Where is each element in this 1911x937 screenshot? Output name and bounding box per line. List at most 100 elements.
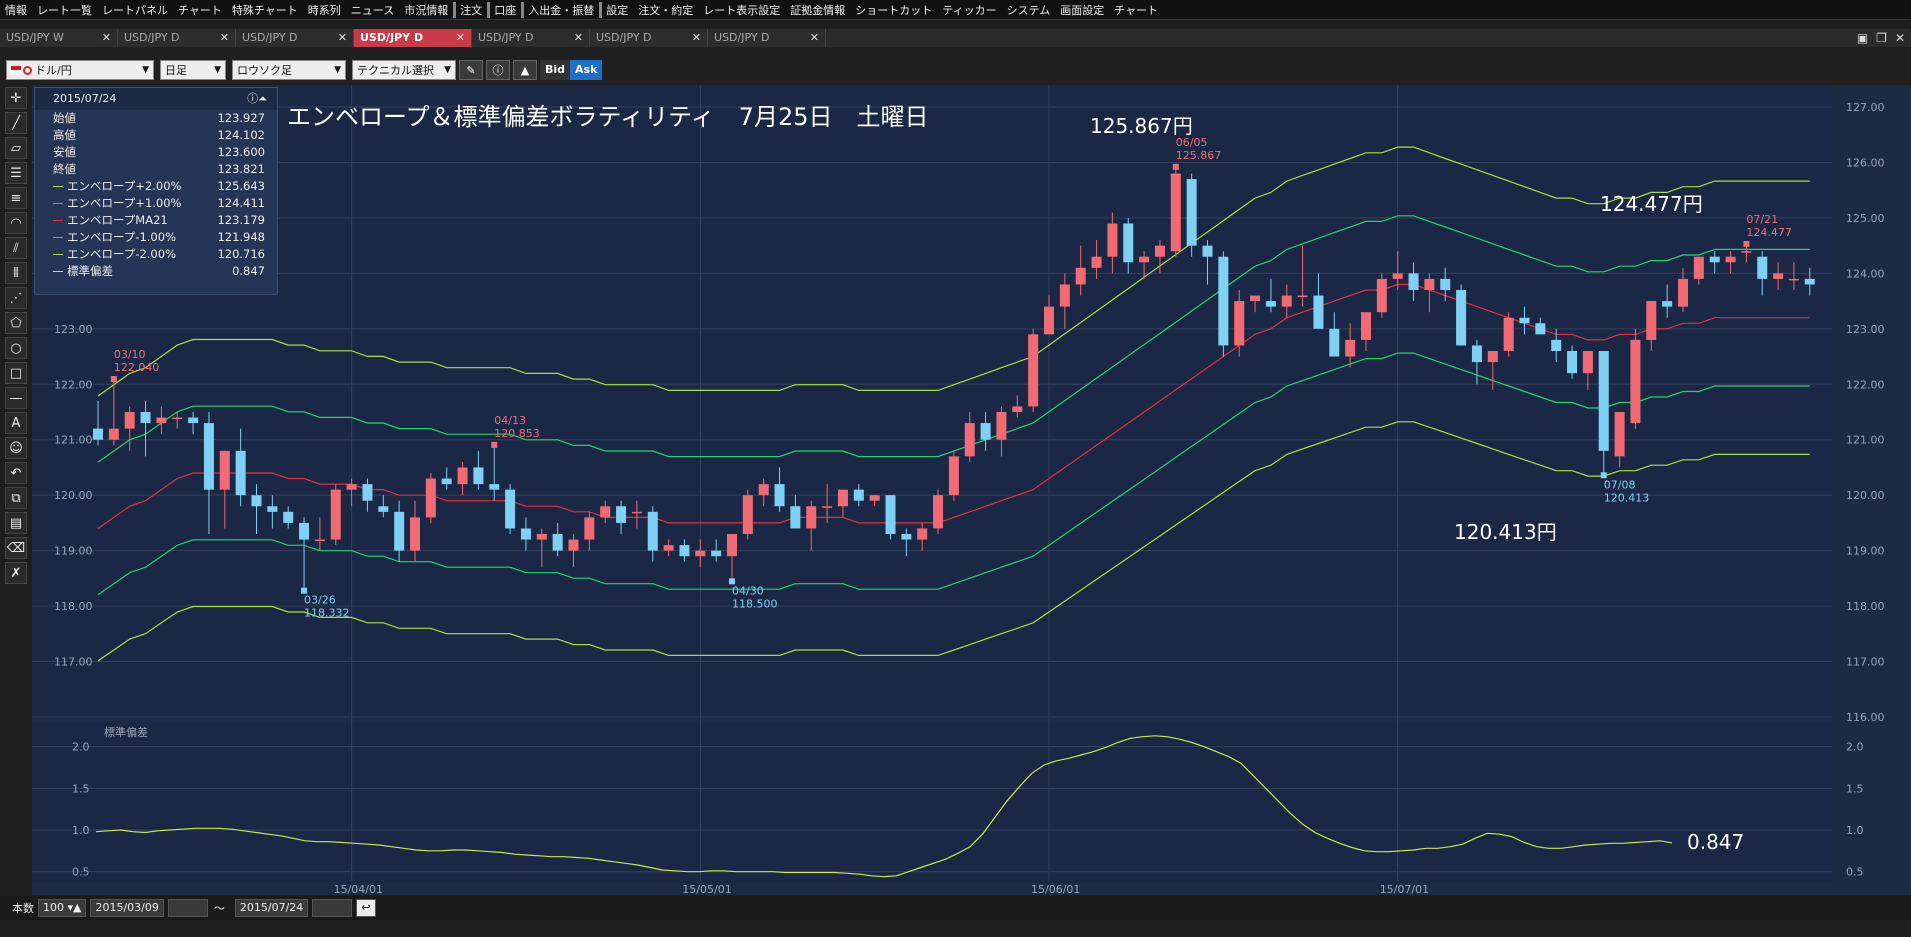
- menu-item[interactable]: レートパネル: [97, 2, 173, 18]
- candle-body: [1345, 339, 1356, 357]
- text-tool[interactable]: A: [5, 412, 27, 434]
- candle-body: [267, 506, 278, 512]
- high-price-callout: 125.867円: [1090, 114, 1193, 138]
- trendline-tool[interactable]: ╱: [5, 112, 27, 134]
- fibonacci-arc-tool[interactable]: ◠: [5, 212, 27, 234]
- menu-item[interactable]: ティッカー: [937, 2, 1001, 18]
- menu-item[interactable]: レート表示設定: [698, 2, 785, 18]
- tab-close-icon[interactable]: ✕: [692, 29, 701, 47]
- menu-item[interactable]: 時系列: [303, 2, 346, 18]
- tab-label: USD/JPY D: [124, 31, 180, 44]
- menu-item[interactable]: チャート: [173, 2, 227, 18]
- menu-item[interactable]: 証拠金情報: [785, 2, 850, 18]
- tab-close-icon[interactable]: ✕: [102, 29, 111, 47]
- chart-tab[interactable]: USD/JPY D ✕: [708, 29, 826, 47]
- start-date-field[interactable]: 2015/03/09: [90, 899, 164, 917]
- menu-item[interactable]: 情報: [0, 2, 32, 18]
- menu-item[interactable]: 市況情報: [399, 2, 453, 18]
- start-time-field[interactable]: [167, 899, 208, 917]
- ask-button[interactable]: Ask: [570, 60, 603, 80]
- candle-body: [727, 534, 737, 557]
- copy-tool[interactable]: ⧉: [5, 487, 27, 509]
- candle-body: [917, 528, 928, 540]
- jp-flag-icon: [23, 65, 32, 75]
- info-label: エンベロープMA21: [67, 213, 168, 227]
- fan-tool[interactable]: ⋰: [5, 287, 27, 309]
- bars-count-select[interactable]: 100 ▾▲: [38, 899, 87, 917]
- end-time-field[interactable]: [312, 899, 353, 917]
- pen-tool-button[interactable]: ✎: [459, 60, 483, 80]
- technical-select[interactable]: テクニカル選択 ▼: [352, 60, 456, 80]
- line-tool[interactable]: —: [5, 387, 27, 409]
- menu-item[interactable]: システム: [1002, 2, 1056, 18]
- tab-close-icon[interactable]: ✕: [338, 29, 347, 47]
- channel-tool[interactable]: ⫽: [5, 237, 27, 259]
- chart-tab[interactable]: USD/JPY D ✕: [354, 29, 472, 47]
- parallel-lines-tool[interactable]: ≡: [5, 187, 27, 209]
- reset-button[interactable]: ↩: [356, 899, 376, 917]
- pentagon-tool[interactable]: ⬠: [5, 312, 27, 334]
- sd-tick-label: 1.5: [1846, 782, 1864, 795]
- y-tick-label: 119.00: [1846, 545, 1885, 558]
- menu-item[interactable]: 入出金・振替: [521, 1, 599, 18]
- menu-item[interactable]: 口座: [487, 1, 521, 18]
- tab-close-icon[interactable]: ✕: [220, 29, 229, 47]
- menu-item[interactable]: 注文: [453, 1, 487, 18]
- chart-area-button[interactable]: ▲: [513, 60, 537, 80]
- candle-body: [901, 534, 912, 540]
- period-select[interactable]: 日足 ▼: [160, 60, 226, 80]
- info-panel-icons[interactable]: ⓘ⏶: [247, 88, 267, 110]
- low-marker-price: 118.500: [732, 597, 778, 610]
- candle-body: [742, 495, 753, 534]
- tab-close-icon[interactable]: ✕: [456, 29, 465, 47]
- maximize-icon[interactable]: ▣: [1857, 31, 1868, 45]
- tab-close-icon[interactable]: ✕: [810, 29, 819, 47]
- menu-item[interactable]: ニュース: [346, 2, 399, 18]
- chart-tab[interactable]: USD/JPY D ✕: [236, 29, 354, 47]
- menu-item[interactable]: 特殊チャート: [227, 2, 303, 18]
- chart-tab[interactable]: USD/JPY D ✕: [472, 29, 590, 47]
- menu-item[interactable]: 画面設定: [1055, 2, 1109, 18]
- crosshair-tool[interactable]: ✛: [5, 87, 27, 109]
- candle-body: [1250, 295, 1261, 302]
- eraser-tool[interactable]: ⌫: [5, 537, 27, 559]
- info-button[interactable]: ⓘ: [486, 60, 510, 80]
- undo-tool[interactable]: ↶: [5, 462, 27, 484]
- icon-tool[interactable]: ☺: [5, 437, 27, 459]
- menu-item[interactable]: ショートカット: [850, 2, 937, 18]
- chart-tab[interactable]: USD/JPY W ✕: [0, 29, 118, 47]
- info-row: エンベロープMA21 123.179: [35, 212, 277, 229]
- info-label: 始値: [53, 111, 76, 125]
- legend-line-icon: [53, 237, 63, 238]
- horizontal-line-tool[interactable]: ☰: [5, 162, 27, 184]
- price-chart[interactable]: 127.00 126.00 125.00 124.00 123.00 123.00 122.…: [32, 85, 1911, 895]
- currency-pair-select[interactable]: ドル/円 ▼: [6, 60, 154, 80]
- candle-body: [1408, 273, 1419, 290]
- chart-tab[interactable]: USD/JPY D ✕: [590, 29, 708, 47]
- candle-body: [441, 478, 452, 485]
- bid-button[interactable]: Bid: [540, 60, 571, 80]
- paste-tool[interactable]: ▤: [5, 512, 27, 534]
- pencil-icon: ✎: [466, 63, 476, 77]
- candle-body: [869, 495, 880, 501]
- delete-all-tool[interactable]: ✗: [5, 562, 27, 584]
- ruler-tool[interactable]: ▱: [5, 137, 27, 159]
- chart-style-select[interactable]: ロウソク足 ▼: [232, 60, 346, 80]
- end-date-field[interactable]: 2015/07/24: [234, 899, 309, 917]
- candle-body: [1630, 339, 1641, 424]
- close-icon[interactable]: ✕: [1895, 31, 1905, 45]
- menu-item[interactable]: 設定: [599, 1, 633, 18]
- menu-item[interactable]: レート一覧: [32, 2, 97, 18]
- range-separator: 〜: [213, 902, 225, 915]
- vertical-lines-tool[interactable]: ⦀: [5, 262, 27, 284]
- restore-icon[interactable]: ❐: [1876, 31, 1887, 45]
- menu-item[interactable]: 注文・約定: [633, 2, 698, 18]
- rectangle-tool[interactable]: □: [5, 362, 27, 384]
- tab-close-icon[interactable]: ✕: [574, 29, 583, 47]
- candle-body: [647, 511, 658, 551]
- candle-body: [378, 506, 389, 512]
- candle-body: [235, 450, 246, 496]
- chart-tab[interactable]: USD/JPY D ✕: [118, 29, 236, 47]
- menu-item[interactable]: チャート: [1109, 2, 1163, 18]
- circle-tool[interactable]: ○: [5, 337, 27, 359]
